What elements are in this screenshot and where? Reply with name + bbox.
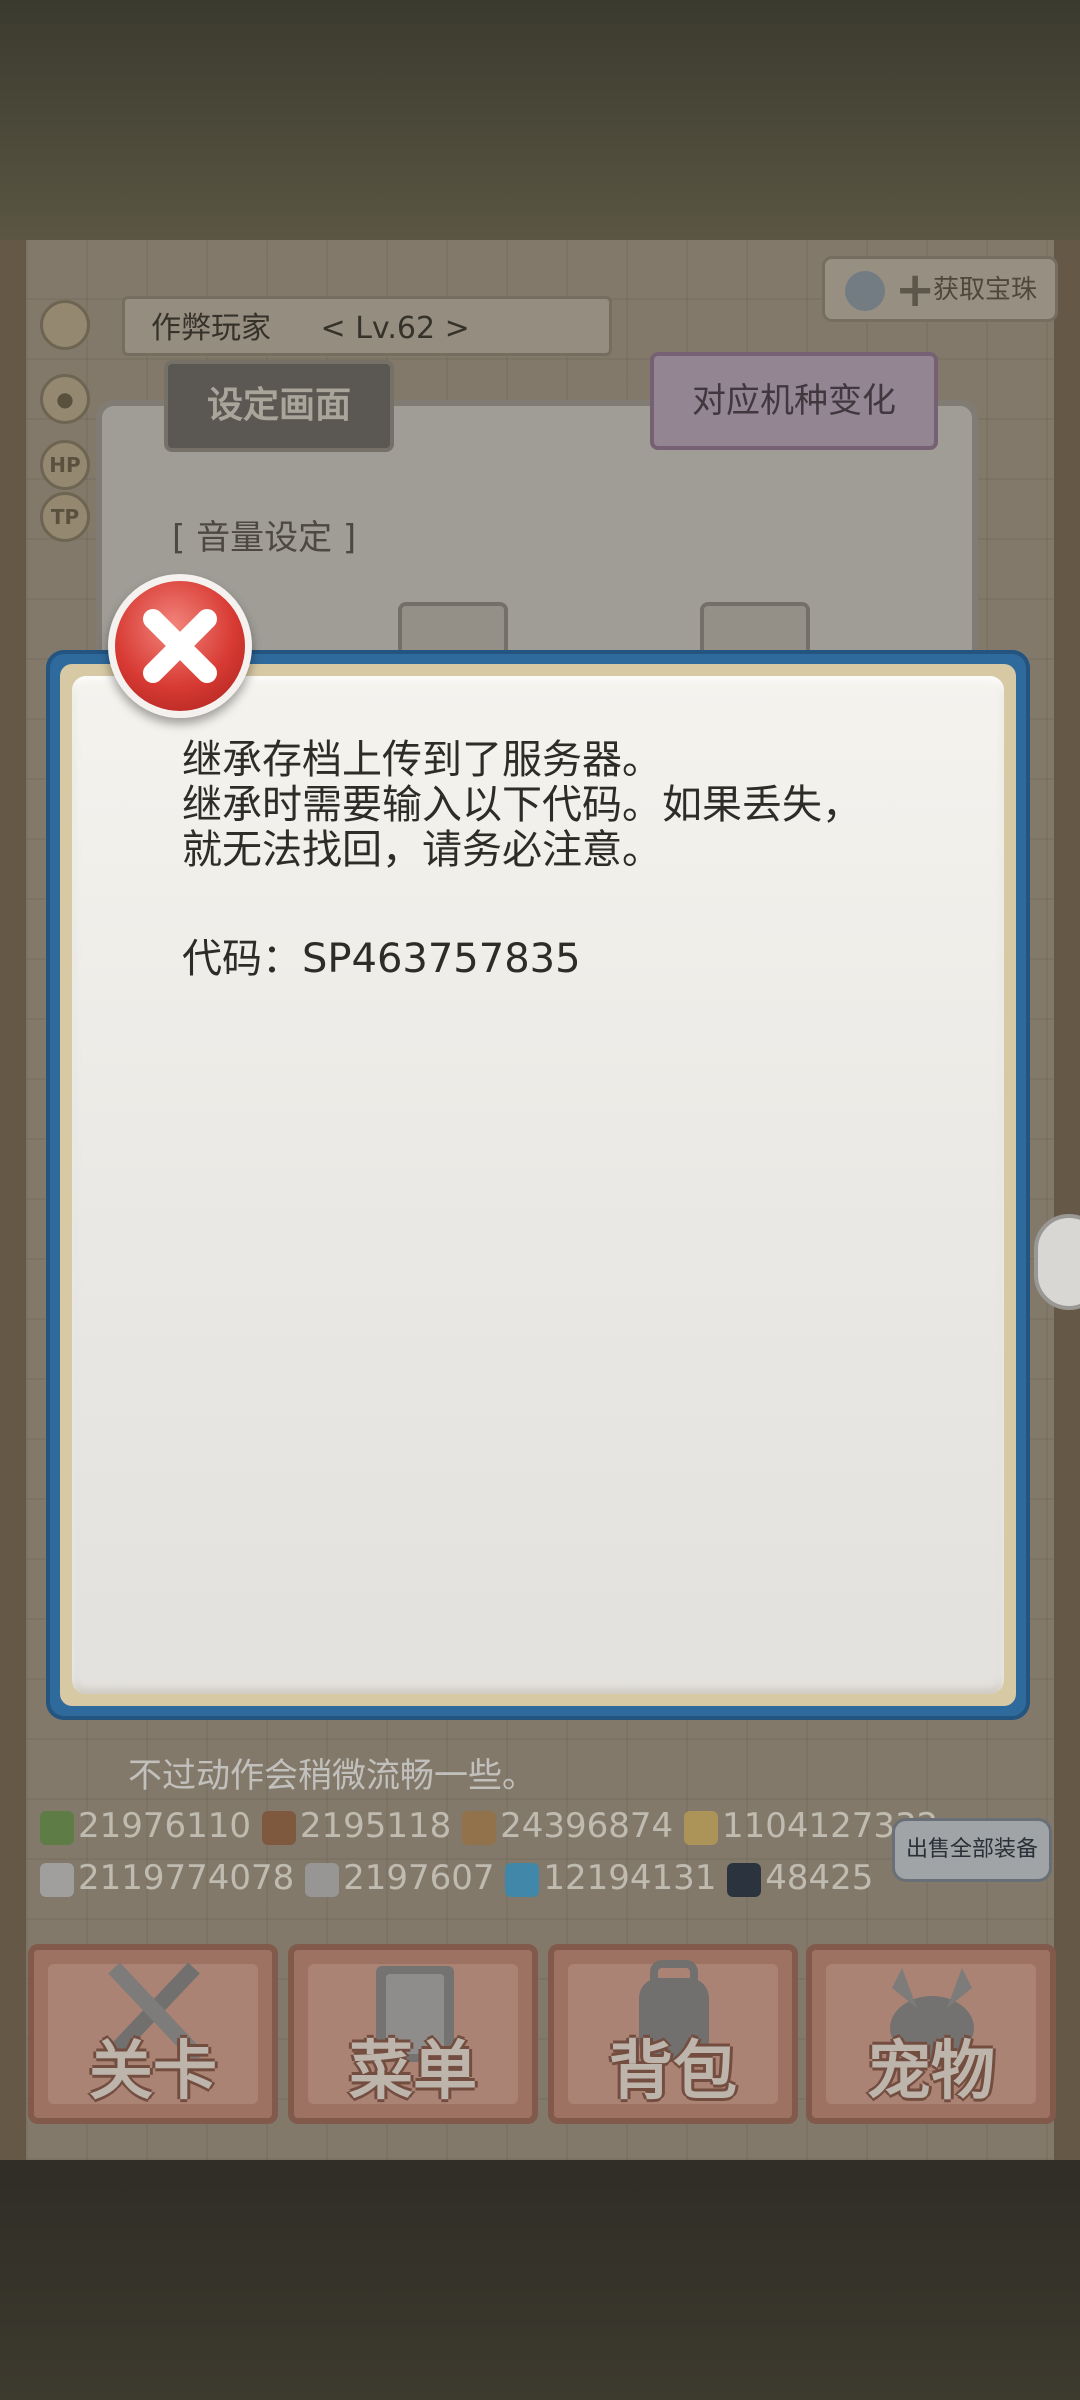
close-button[interactable] (108, 574, 252, 718)
side-cube-button[interactable] (1034, 1214, 1080, 1310)
dialog-message: 继承存档上传到了服务器。 继承时需要输入以下代码。如果丢失， 就无法找回，请务必… (182, 738, 982, 873)
inheritance-code: 代码：SP463757835 (182, 936, 581, 982)
top-background (0, 0, 1080, 240)
close-icon (143, 609, 217, 683)
dialog-line: 就无法找回，请务必注意。 (182, 827, 662, 873)
bottom-background (0, 2160, 1080, 2400)
dialog-line: 继承存档上传到了服务器。 (182, 737, 662, 783)
dialog-line: 继承时需要输入以下代码。如果丢失， (182, 782, 862, 828)
